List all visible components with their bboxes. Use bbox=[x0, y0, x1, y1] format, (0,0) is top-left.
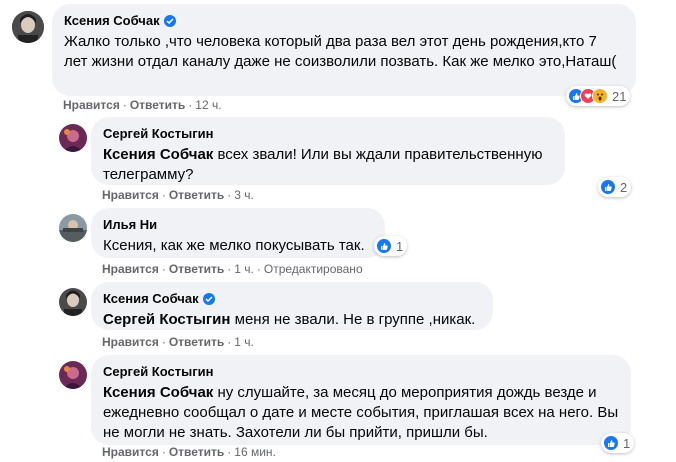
timestamp[interactable]: 12 ч. bbox=[195, 98, 221, 112]
reactions-summary[interactable]: 1 bbox=[601, 433, 635, 453]
reply-link[interactable]: Ответить bbox=[169, 262, 224, 276]
timestamp[interactable]: 16 мин. bbox=[234, 445, 276, 459]
author-name[interactable]: Ксения Собчак bbox=[103, 291, 215, 307]
comment-text: Сергей Костыгин меня не звали. Не в груп… bbox=[103, 310, 481, 330]
author-name-text[interactable]: Илья Ни bbox=[103, 217, 157, 233]
avatar-photo-icon bbox=[59, 124, 87, 152]
avatar-photo-icon bbox=[59, 288, 87, 316]
author-name-text[interactable]: Ксения Собчак bbox=[103, 291, 199, 307]
comment-actions: Нравится · Ответить · 1 ч. · Отредактировано bbox=[102, 262, 363, 276]
like-reaction-icon bbox=[376, 238, 392, 254]
wow-reaction-icon bbox=[592, 88, 608, 104]
like-link[interactable]: Нравится bbox=[102, 262, 159, 276]
comment-thread: Ксения Собчак Жалко только ,что человека… bbox=[0, 0, 676, 462]
verified-badge-icon bbox=[202, 293, 215, 305]
edited-label[interactable]: Отредактировано bbox=[264, 262, 363, 276]
comment-bubble: Ксения Собчак Жалко только ,что человека… bbox=[52, 4, 636, 96]
author-name-text[interactable]: Сергей Костыгин bbox=[103, 126, 213, 142]
comment-bubble: Илья Ни Ксения, как же мелко покусывать … bbox=[91, 208, 385, 258]
like-link[interactable]: Нравится bbox=[102, 335, 159, 349]
mention-link[interactable]: Ксения Собчак bbox=[103, 146, 213, 163]
reply-link[interactable]: Ответить bbox=[169, 335, 224, 349]
author-name[interactable]: Илья Ни bbox=[103, 217, 157, 233]
reactions-summary[interactable]: 2 bbox=[598, 177, 632, 197]
avatar[interactable] bbox=[59, 288, 87, 316]
author-name-text[interactable]: Ксения Собчак bbox=[64, 13, 160, 29]
like-link[interactable]: Нравится bbox=[102, 445, 159, 459]
reaction-count: 1 bbox=[396, 238, 404, 254]
avatar[interactable] bbox=[59, 124, 87, 152]
comment-actions: Нравится · Ответить · 12 ч. bbox=[63, 98, 222, 112]
mention-link[interactable]: Ксения Собчак bbox=[103, 384, 213, 401]
avatar-photo-icon bbox=[12, 11, 44, 43]
reactions-summary[interactable]: 1 bbox=[374, 236, 408, 256]
timestamp[interactable]: 3 ч. bbox=[234, 188, 254, 202]
author-name[interactable]: Сергей Костыгин bbox=[103, 126, 213, 142]
like-reaction-icon bbox=[600, 179, 616, 195]
verified-badge-icon bbox=[163, 15, 176, 27]
avatar[interactable] bbox=[12, 11, 44, 43]
like-reaction-icon bbox=[603, 435, 619, 451]
mention-link[interactable]: Сергей Костыгин bbox=[103, 311, 230, 328]
comment-actions: Нравится · Ответить · 3 ч. bbox=[102, 188, 254, 202]
comment-actions: Нравится · Ответить · 1 ч. bbox=[102, 335, 254, 349]
comment-text: Ксения, как же мелко покусывать так. bbox=[103, 237, 365, 254]
like-link[interactable]: Нравится bbox=[102, 188, 159, 202]
comment-body: меня не звали. Не в группе ,никак. bbox=[234, 311, 476, 328]
author-name-text[interactable]: Сергей Костыгин bbox=[103, 364, 213, 380]
reply-link[interactable]: Ответить bbox=[169, 445, 224, 459]
author-name[interactable]: Ксения Собчак bbox=[64, 13, 176, 29]
timestamp[interactable]: 1 ч. bbox=[234, 262, 254, 276]
comment-bubble: Сергей Костыгин Ксения Собчак ну слушайт… bbox=[91, 355, 631, 445]
like-link[interactable]: Нравится bbox=[63, 98, 120, 112]
avatar[interactable] bbox=[59, 214, 87, 242]
reaction-count: 2 bbox=[620, 179, 628, 195]
comment-text: Ксения Собчак ну слушайте, за месяц до м… bbox=[103, 383, 619, 443]
comment-text: Ксения Собчак всех звали! Или вы ждали п… bbox=[103, 145, 553, 185]
author-name[interactable]: Сергей Костыгин bbox=[103, 364, 213, 380]
avatar-photo-icon bbox=[59, 361, 87, 389]
avatar-photo-icon bbox=[59, 214, 87, 242]
timestamp[interactable]: 1 ч. bbox=[234, 335, 254, 349]
reply-link[interactable]: Ответить bbox=[169, 188, 224, 202]
comment-actions: Нравится · Ответить · 16 мин. bbox=[102, 445, 276, 459]
reactions-summary[interactable]: 21 bbox=[566, 86, 631, 106]
avatar[interactable] bbox=[59, 361, 87, 389]
reply-link[interactable]: Ответить bbox=[130, 98, 185, 112]
comment-bubble: Сергей Костыгин Ксения Собчак всех звали… bbox=[91, 117, 565, 185]
reaction-count: 1 bbox=[623, 435, 631, 451]
reaction-count: 21 bbox=[612, 88, 627, 104]
comment-text: Жалко только ,что человека который два р… bbox=[64, 33, 617, 70]
comment-bubble: Ксения Собчак Сергей Костыгин меня не зв… bbox=[91, 282, 493, 330]
